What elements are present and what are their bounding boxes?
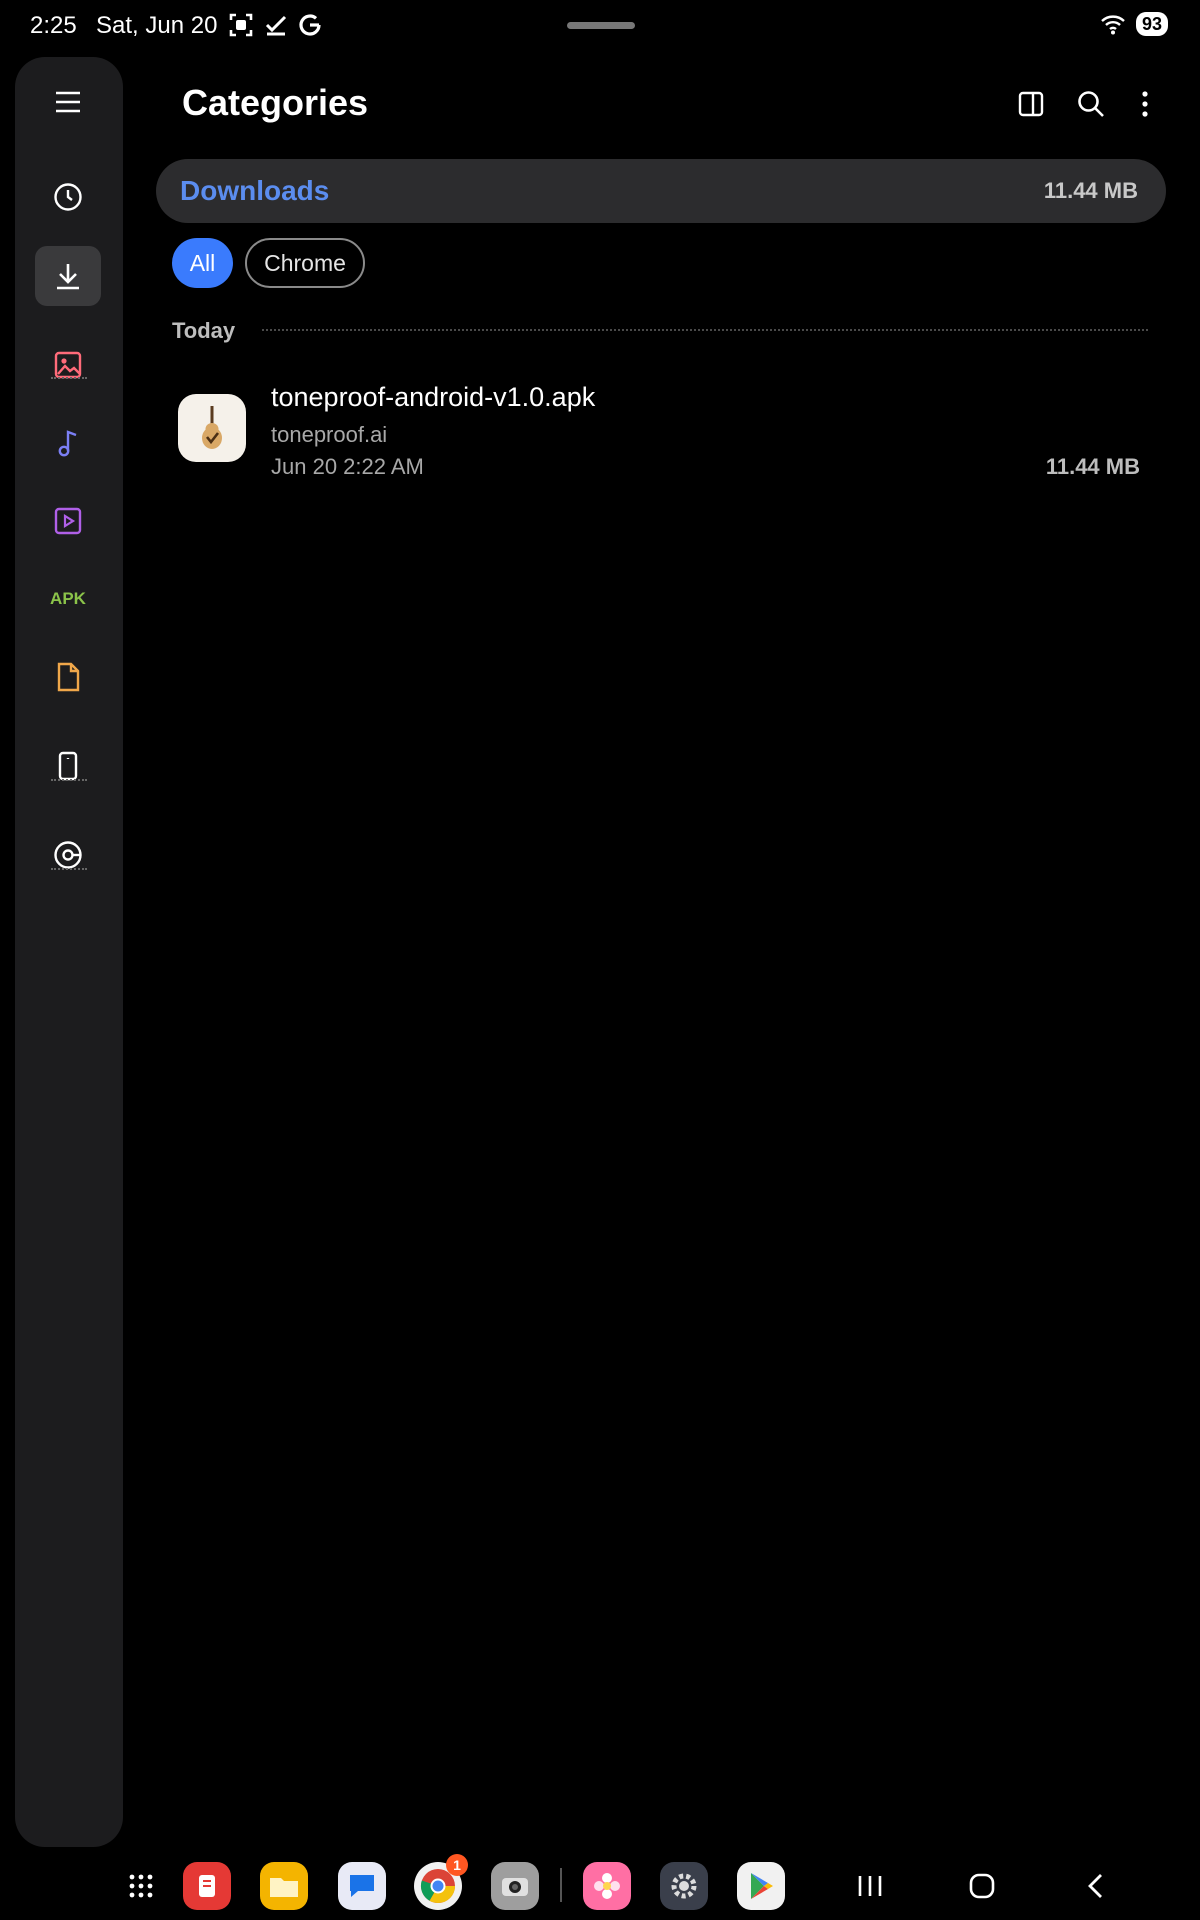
notes-app-icon bbox=[199, 1875, 215, 1897]
recents-button[interactable] bbox=[848, 1866, 892, 1906]
dock-app-play-store[interactable] bbox=[737, 1862, 785, 1910]
navigation-bar: 1 bbox=[0, 1850, 1200, 1920]
status-date: Sat, Jun 20 bbox=[96, 12, 218, 39]
camera-icon bbox=[502, 1878, 528, 1896]
folder-icon bbox=[270, 1878, 298, 1897]
sidebar-item-images[interactable] bbox=[35, 335, 101, 395]
dock-app-settings[interactable] bbox=[660, 1862, 708, 1910]
video-icon bbox=[54, 507, 82, 535]
sidebar-item-apk[interactable]: APK bbox=[35, 569, 101, 629]
page-title: Categories bbox=[182, 82, 369, 123]
home-button[interactable] bbox=[960, 1866, 1004, 1906]
screenshot-icon bbox=[229, 13, 253, 37]
menu-button[interactable] bbox=[35, 72, 101, 132]
sidebar-item-internal-storage[interactable] bbox=[35, 736, 101, 796]
sidebar-item-storage-analysis[interactable] bbox=[35, 825, 101, 885]
file-date: Jun 20 2:22 AM bbox=[271, 454, 424, 479]
more-vert-icon bbox=[1142, 91, 1148, 117]
split-view-icon bbox=[1018, 91, 1044, 117]
download-icon bbox=[57, 264, 79, 290]
storage-icon bbox=[54, 841, 82, 869]
file-size: 11.44 MB bbox=[1045, 454, 1140, 479]
notification-icons bbox=[228, 12, 322, 38]
file-list-item[interactable]: toneproof-android-v1.0.apk toneproof.ai … bbox=[156, 370, 1166, 480]
sidebar-divider bbox=[51, 779, 87, 781]
sidebar-item-audio[interactable] bbox=[35, 413, 101, 473]
sidebar-item-recent[interactable] bbox=[35, 167, 101, 227]
dock-app-camera[interactable] bbox=[491, 1862, 539, 1910]
back-chevron-icon bbox=[1088, 1874, 1102, 1898]
status-bar: 2:25 Sat, Jun 20 93 bbox=[0, 0, 1200, 52]
section-header-today: Today bbox=[172, 318, 236, 343]
phone-icon bbox=[58, 751, 78, 781]
sidebar-divider bbox=[51, 377, 87, 379]
status-time: 2:25 bbox=[30, 12, 77, 39]
document-icon bbox=[57, 662, 80, 692]
sidebar-item-documents[interactable] bbox=[35, 647, 101, 707]
guitar-icon bbox=[202, 406, 222, 449]
search-icon bbox=[1078, 91, 1104, 117]
home-icon bbox=[969, 1873, 995, 1899]
app-drawer-button[interactable] bbox=[117, 1862, 165, 1910]
google-icon bbox=[299, 14, 321, 36]
music-note-icon bbox=[58, 430, 77, 457]
more-options-button[interactable] bbox=[1127, 86, 1163, 122]
wifi-icon bbox=[1101, 15, 1125, 35]
back-button[interactable] bbox=[1073, 1866, 1117, 1906]
filter-chip-all[interactable]: All bbox=[172, 238, 233, 288]
app-grid-icon bbox=[129, 1874, 153, 1898]
menu-icon bbox=[56, 91, 80, 113]
file-name: toneproof-android-v1.0.apk bbox=[271, 382, 596, 412]
downloads-size: 11.44 MB bbox=[1043, 178, 1138, 203]
sidebar-item-videos[interactable] bbox=[35, 491, 101, 551]
file-source: toneproof.ai bbox=[271, 422, 388, 447]
status-right: 93 bbox=[1100, 12, 1168, 36]
dock-app-chrome[interactable]: 1 bbox=[414, 1854, 468, 1910]
checkmark-icon bbox=[265, 15, 287, 36]
recents-icon bbox=[858, 1876, 882, 1896]
message-bubble-icon bbox=[350, 1875, 374, 1897]
filter-chip-chrome[interactable]: Chrome bbox=[245, 238, 365, 288]
dock-app-my-files[interactable] bbox=[260, 1862, 308, 1910]
battery-indicator: 93 bbox=[1135, 12, 1168, 36]
dock-app-gallery[interactable] bbox=[583, 1862, 631, 1910]
dock-app-notes[interactable] bbox=[183, 1862, 231, 1910]
sidebar-divider bbox=[51, 868, 87, 870]
play-store-icon bbox=[751, 1873, 773, 1899]
flower-icon bbox=[594, 1873, 620, 1899]
clock-icon bbox=[54, 183, 82, 211]
downloads-title: Downloads bbox=[180, 175, 330, 206]
sidebar-item-downloads[interactable] bbox=[35, 246, 101, 306]
search-button[interactable] bbox=[1073, 86, 1109, 122]
section-divider bbox=[262, 329, 1148, 331]
downloads-summary-bar[interactable]: Downloads 11.44 MB bbox=[156, 159, 1166, 223]
dock-separator bbox=[560, 1868, 562, 1902]
dock-app-messages[interactable] bbox=[338, 1862, 386, 1910]
gear-icon bbox=[671, 1873, 697, 1899]
apk-app-icon bbox=[178, 394, 246, 462]
split-view-button[interactable] bbox=[1013, 86, 1049, 122]
sidebar: APK bbox=[15, 57, 123, 1847]
notification-badge: 1 bbox=[446, 1854, 468, 1876]
apk-label: APK bbox=[50, 589, 86, 608]
drag-handle[interactable] bbox=[567, 22, 635, 29]
